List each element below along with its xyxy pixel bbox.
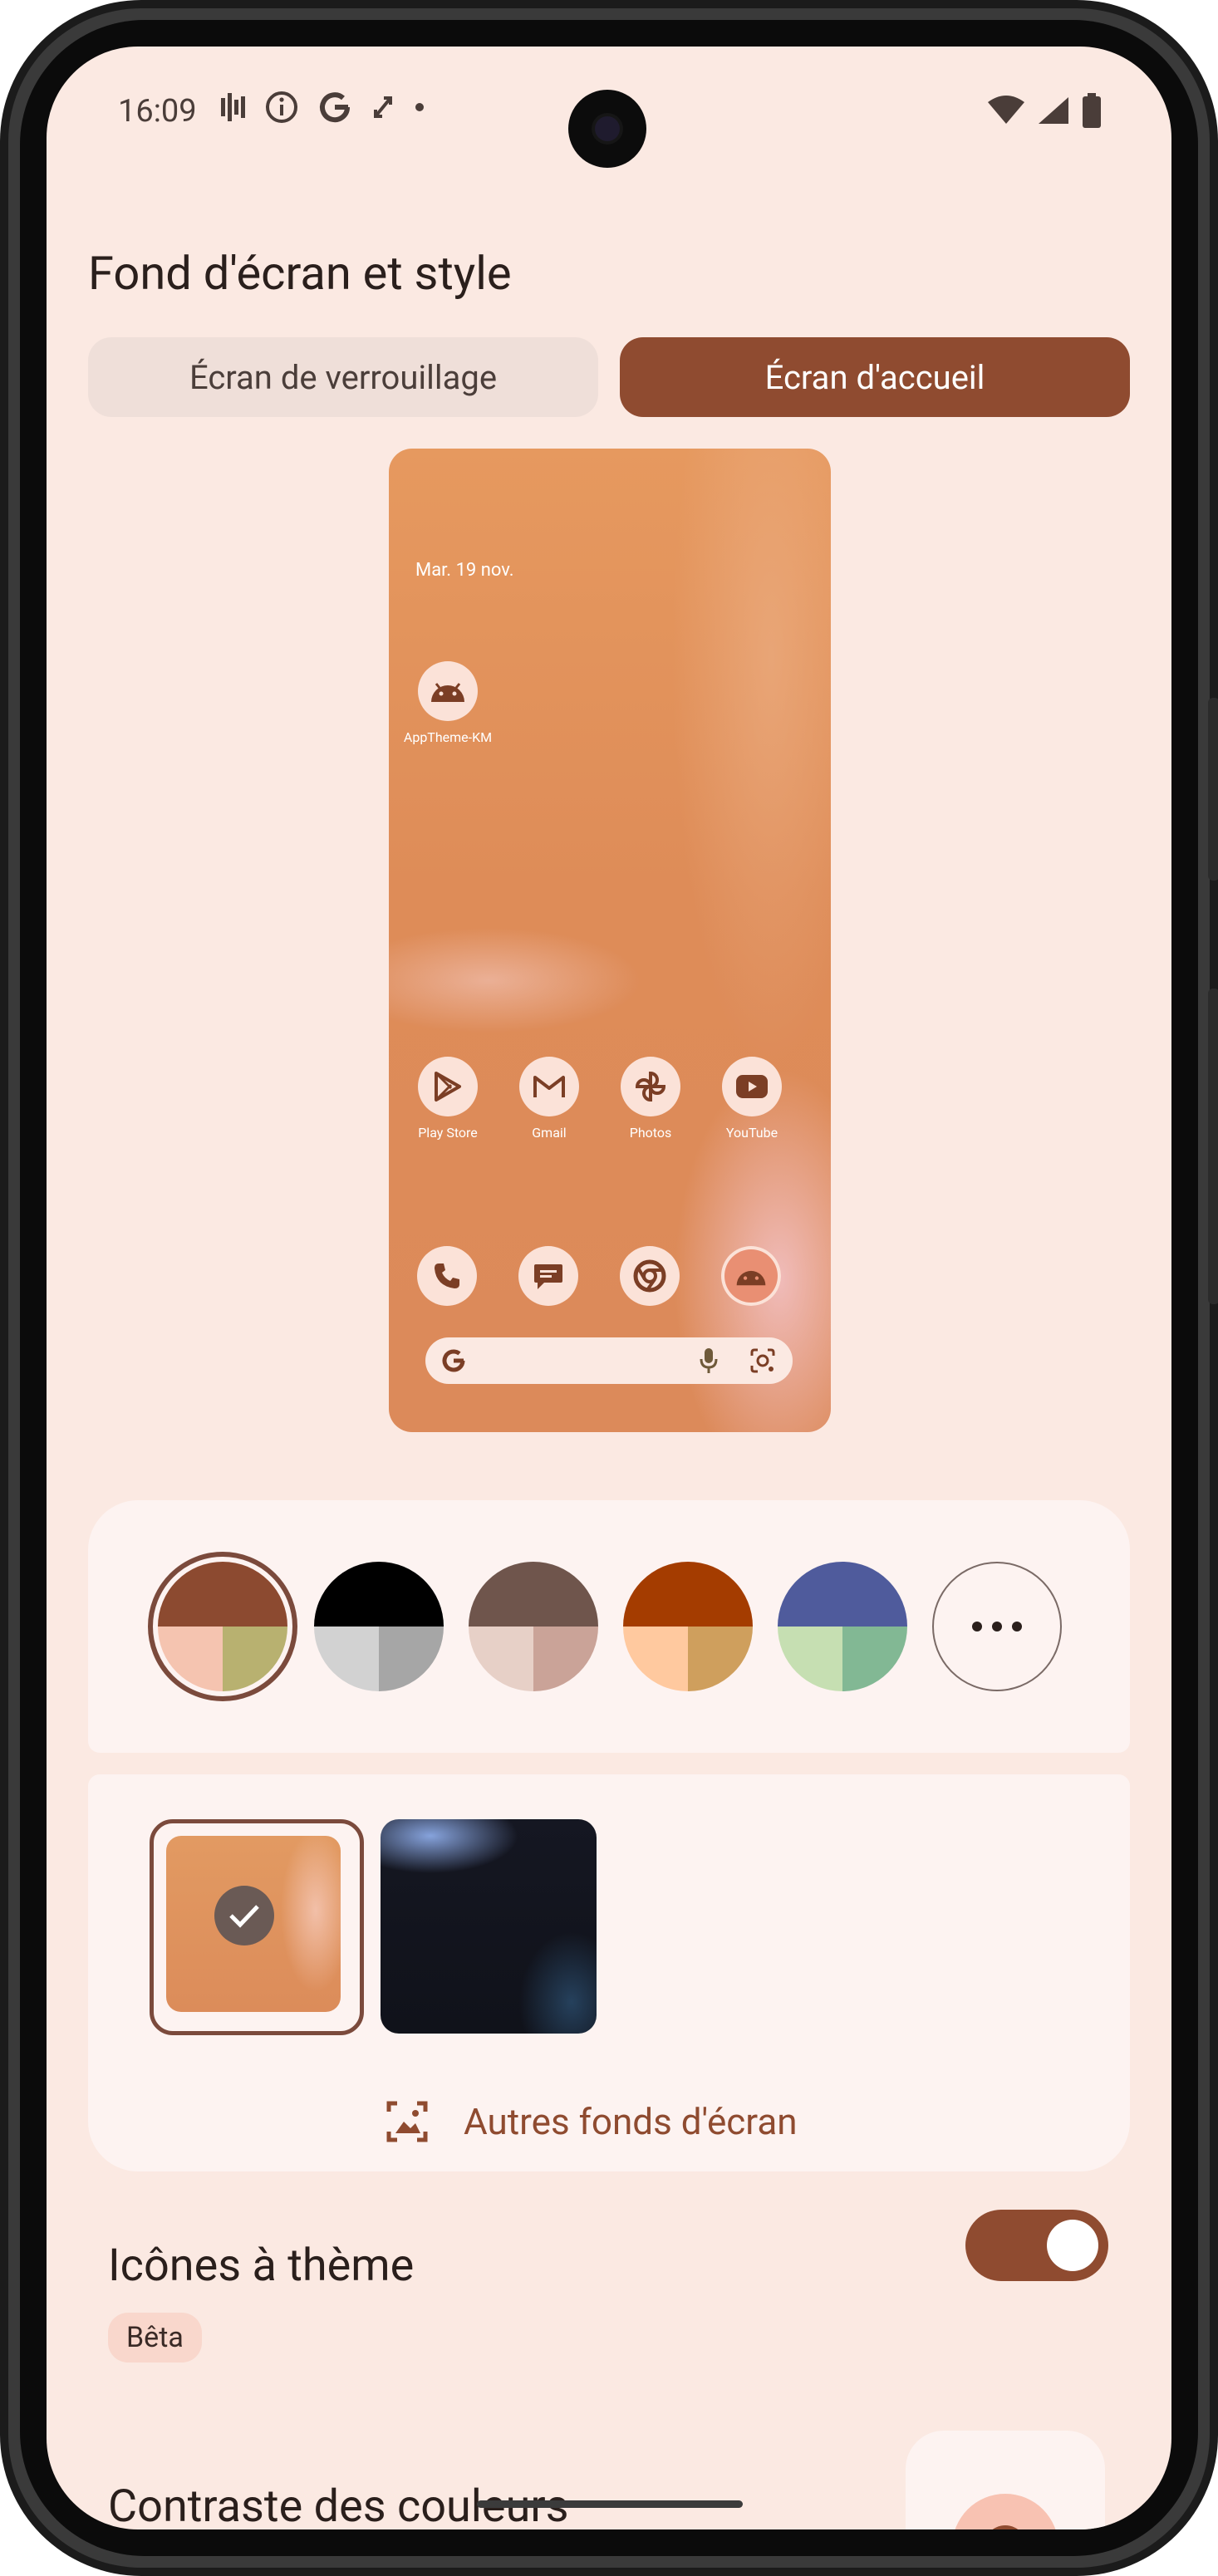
play-store-icon (418, 1057, 478, 1116)
palette-swatch-3[interactable] (469, 1562, 598, 1691)
photos-icon (621, 1057, 680, 1116)
sync-icon (374, 96, 392, 118)
status-time: 16:09 (118, 93, 197, 130)
wallpaper-gallery-icon (386, 2101, 428, 2142)
gmail-icon (519, 1057, 579, 1116)
preview-app-youtube: YouTube (706, 1057, 798, 1141)
screen-tabs: Écran de verrouillage Écran d'accueil (88, 337, 1130, 417)
preview-app-label: Play Store (418, 1125, 478, 1141)
palette-swatch-1[interactable] (158, 1562, 287, 1691)
phone-icon (417, 1246, 477, 1306)
contrast-icon-card[interactable] (906, 2431, 1105, 2529)
power-button (1208, 698, 1218, 881)
dot-icon (415, 103, 424, 111)
preview-app-label: Gmail (532, 1125, 567, 1141)
color-palette-card (88, 1500, 1130, 1753)
google-icon (320, 92, 351, 123)
preview-app-label: YouTube (725, 1125, 778, 1141)
preview-date: Mar. 19 nov. (415, 560, 514, 581)
mic-icon (700, 1348, 718, 1373)
page-title: Fond d'écran et style (88, 246, 512, 301)
info-icon (266, 91, 297, 123)
more-horiz-icon (972, 1622, 1022, 1631)
google-g-icon (442, 1349, 465, 1372)
front-camera (568, 90, 646, 168)
lens-icon (750, 1348, 775, 1373)
preview-app-gmail: Gmail (503, 1057, 595, 1141)
preview-app-label: Photos (629, 1125, 672, 1141)
preview-search-bar (425, 1337, 793, 1384)
gesture-handle[interactable] (477, 2500, 743, 2508)
palette-swatch-4[interactable] (623, 1562, 753, 1691)
themed-icons-label: Icônes à thème (108, 2240, 415, 2292)
wifi-icon (988, 96, 1024, 124)
preview-app-play-store: Play Store (402, 1057, 494, 1141)
toggle-knob (1047, 2220, 1098, 2271)
home-screen-preview[interactable]: Mar. 19 nov. AppTheme-KM Play Store Gmai… (389, 449, 831, 1432)
cell-signal-icon (1039, 97, 1068, 124)
wallpaper-thumb-dark[interactable] (381, 1819, 597, 2034)
preview-app-apptheme: AppTheme-KM (402, 661, 494, 745)
beta-badge: Bêta (108, 2313, 202, 2363)
signal-bars-icon (221, 93, 245, 121)
android-icon (418, 661, 478, 721)
preview-app-photos: Photos (605, 1057, 696, 1141)
tab-lock-screen[interactable]: Écran de verrouillage (88, 337, 598, 417)
android-icon (721, 1246, 781, 1306)
volume-button (1208, 989, 1218, 1304)
more-palettes-button[interactable] (932, 1562, 1062, 1691)
battery-icon (1083, 93, 1101, 128)
status-bar: 16:09 (47, 47, 1171, 179)
check-icon (214, 1886, 274, 1945)
tab-home-screen[interactable]: Écran d'accueil (620, 337, 1130, 417)
themed-icons-toggle[interactable] (965, 2210, 1108, 2281)
more-wallpapers-label: Autres fonds d'écran (464, 2100, 798, 2143)
preview-app-label: AppTheme-KM (403, 729, 493, 745)
chrome-icon (620, 1246, 680, 1306)
palette-swatch-2[interactable] (314, 1562, 444, 1691)
screen: 16:09 Fond d'écran et style Écran de ver… (47, 47, 1171, 2529)
messages-icon (518, 1246, 578, 1306)
youtube-icon (722, 1057, 782, 1116)
palette-swatch-5[interactable] (778, 1562, 907, 1691)
more-wallpapers-button[interactable]: Autres fonds d'écran (384, 2098, 798, 2145)
contrast-icon (955, 2494, 1056, 2529)
